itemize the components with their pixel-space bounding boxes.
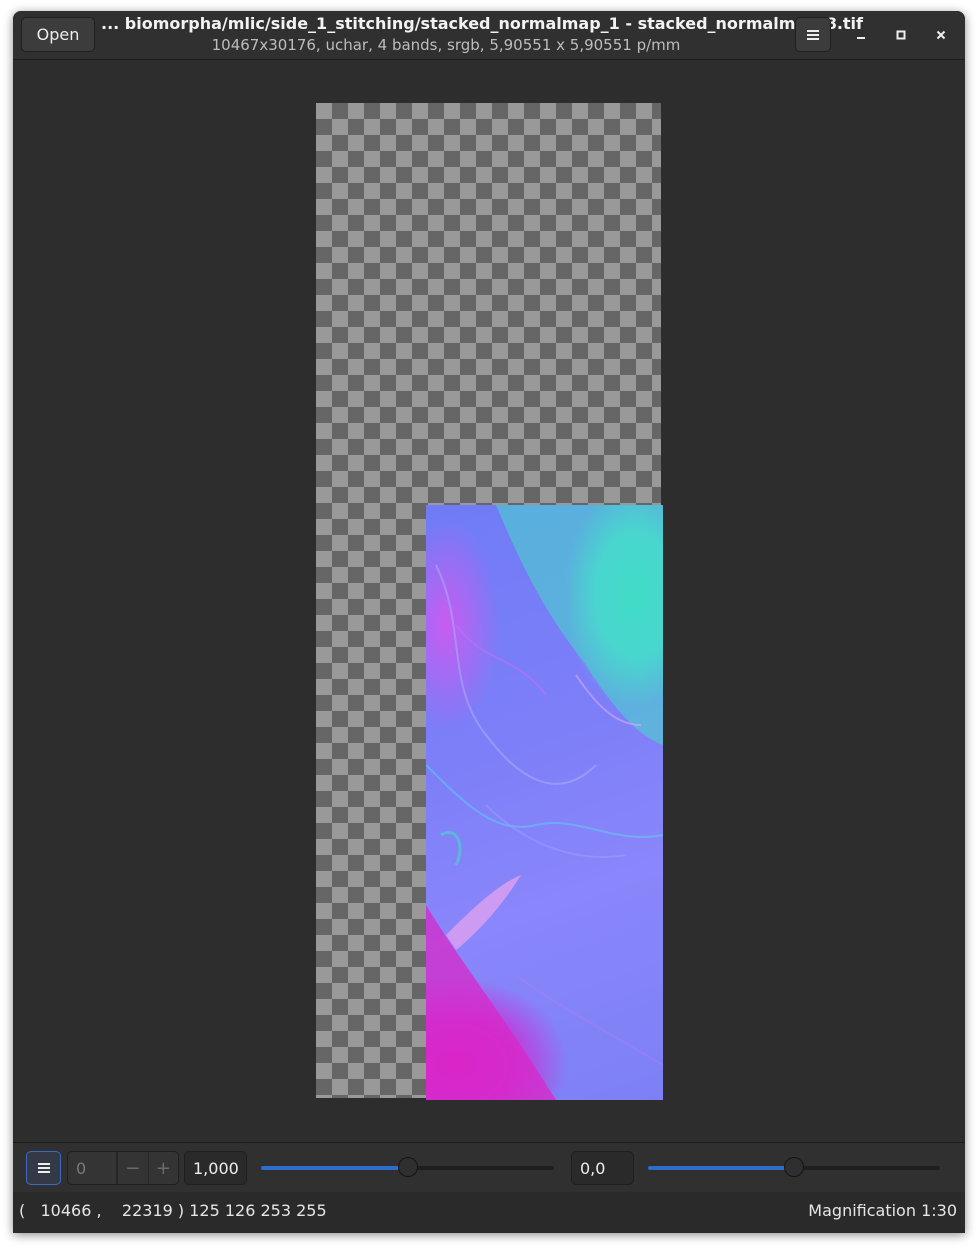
hamburger-menu-icon	[807, 29, 819, 40]
scale-slider-knob[interactable]	[398, 1157, 418, 1177]
close-icon	[936, 30, 946, 40]
magnification-label: Magnification 1:30	[808, 1201, 957, 1220]
scale-entry[interactable]: 1,000	[184, 1151, 247, 1185]
normal-map-image	[426, 505, 663, 1100]
offset-slider[interactable]	[648, 1157, 940, 1177]
header-bar: Open ... biomorpha/mlic/side_1_stitching…	[13, 11, 965, 60]
page-spinner: 0 − +	[67, 1151, 179, 1185]
offset-slider-knob[interactable]	[784, 1157, 804, 1177]
hamburger-menu-icon	[37, 1163, 50, 1173]
page-decrement-button[interactable]: −	[117, 1152, 148, 1184]
pixel-coordinates: ( 10466 , 22319 ) 125 126 253 255	[19, 1201, 327, 1220]
image-canvas[interactable]	[13, 60, 965, 1142]
maximize-button[interactable]	[889, 23, 913, 47]
scale-slider[interactable]	[261, 1157, 554, 1177]
scale-slider-fill	[261, 1166, 408, 1170]
normal-map-texture	[426, 505, 663, 1100]
main-menu-button[interactable]	[795, 17, 831, 52]
minimize-icon	[857, 37, 865, 39]
open-button[interactable]: Open	[21, 17, 95, 52]
maximize-icon	[896, 30, 906, 40]
image-info-subtitle: 10467x30176, uchar, 4 bands, srgb, 5,905…	[211, 36, 681, 54]
status-bar: ( 10466 , 22319 ) 125 126 253 255 Magnif…	[13, 1192, 965, 1233]
minimize-button[interactable]	[849, 23, 873, 47]
bottom-toolbar: 0 − + 1,000 0,0	[13, 1142, 965, 1193]
title-area: ... biomorpha/mlic/side_1_stitching/stac…	[101, 13, 863, 56]
page-increment-button[interactable]: +	[147, 1152, 179, 1184]
page-spinner-value[interactable]: 0	[68, 1152, 117, 1184]
offset-slider-fill	[648, 1166, 794, 1170]
view-menu-button[interactable]	[26, 1151, 61, 1185]
image-viewer-window: Open ... biomorpha/mlic/side_1_stitching…	[13, 11, 965, 1233]
offset-entry[interactable]: 0,0	[571, 1151, 634, 1185]
window-title: ... biomorpha/mlic/side_1_stitching/stac…	[101, 14, 863, 33]
close-button[interactable]	[929, 23, 953, 47]
